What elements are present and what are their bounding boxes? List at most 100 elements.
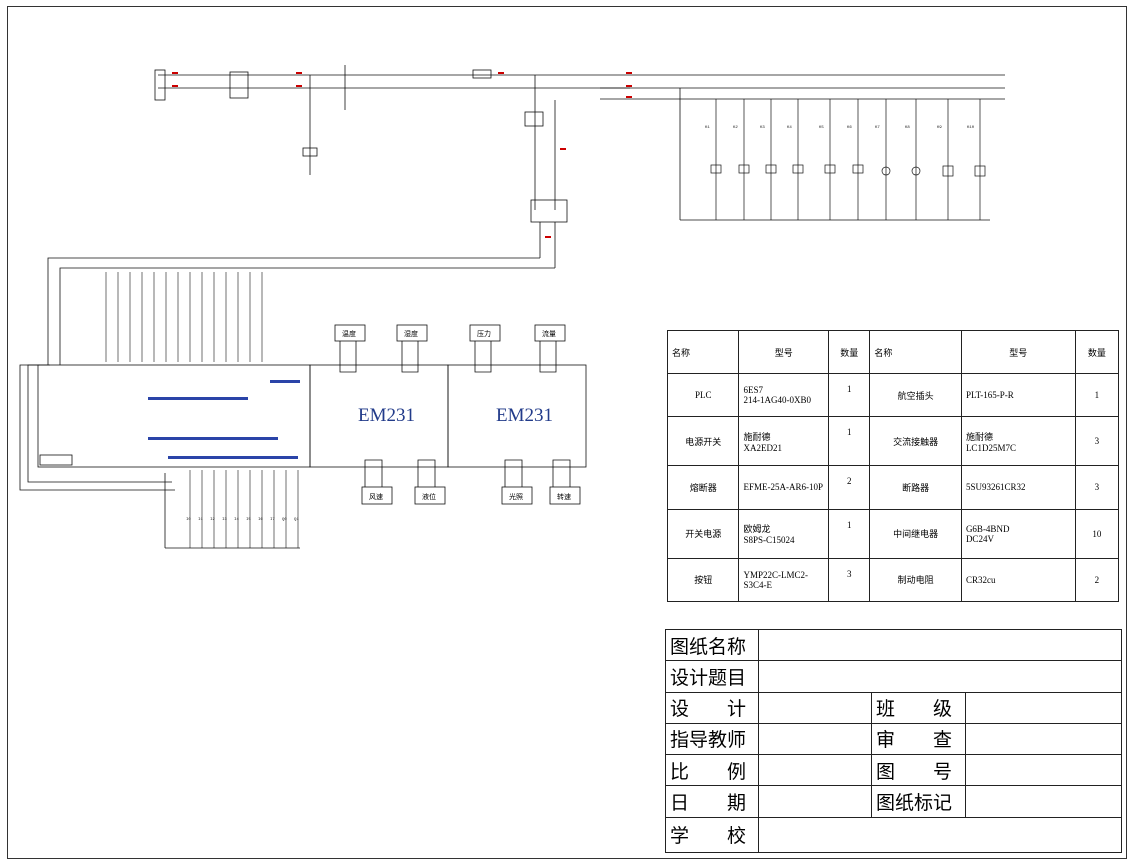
table-row: 按钮 YMP22C-LMC2- S3C4-E 3 制动电阻 CR32cu 2 — [666, 557, 1120, 603]
col-qty: 数量 — [1074, 330, 1120, 374]
drawing-name-label: 图纸名称 — [665, 628, 759, 662]
part-name: 交流接触器 — [869, 416, 962, 467]
relay-label-k3: K3 — [760, 126, 765, 130]
part-name: 中间继电器 — [869, 508, 962, 559]
sensor-box-label: 转速 — [557, 492, 571, 501]
part-name: 按钮 — [666, 557, 740, 603]
drawing-no-label: 图 号 — [871, 754, 966, 787]
power-lines — [154, 65, 1005, 268]
col-model: 型号 — [960, 330, 1076, 374]
parts-table: 名称 型号 数量 名称 型号 数量 PLC 6ES7 214-1AG40-0XB… — [666, 330, 1120, 603]
title-row: 指导教师 审 查 — [665, 722, 1122, 756]
relay-label-k6: K6 — [847, 126, 852, 130]
table-row: 电源开关 施耐德 XA2ED21 1 交流接触器 施耐德 LC1D25M7C 3 — [666, 416, 1120, 467]
part-model: 欧姆龙 S8PS-C15024 — [738, 508, 830, 559]
part-model: 施耐德 LC1D25M7C — [960, 416, 1076, 467]
title-block: 图纸名称 设计题目 设 计 班 级 指导教师 审 查 比 例 图 号 日 期 图… — [665, 628, 1122, 854]
school-label: 学 校 — [665, 816, 759, 854]
part-model: 5SU93261CR32 — [960, 465, 1076, 510]
sensor-box-label: 湿度 — [404, 329, 418, 338]
relay-rungs — [710, 99, 986, 220]
review-value — [965, 722, 1122, 756]
part-qty: 2 — [828, 465, 871, 510]
part-qty: 1 — [828, 416, 871, 467]
part-qty: 3 — [1074, 465, 1120, 510]
scale-label: 比 例 — [665, 754, 759, 787]
part-model: 施耐德 XA2ED21 — [738, 416, 830, 467]
parts-header-row: 名称 型号 数量 名称 型号 数量 — [666, 330, 1120, 374]
title-row: 比 例 图 号 — [665, 754, 1122, 787]
plc-wiring — [19, 257, 555, 549]
part-model: 6ES7 214-1AG40-0XB0 — [738, 372, 830, 418]
relay-label-k2: K2 — [733, 126, 738, 130]
part-qty: 1 — [828, 508, 871, 559]
col-qty: 数量 — [828, 330, 871, 374]
part-name: 断路器 — [869, 465, 962, 510]
plc-terminals — [148, 380, 300, 459]
part-qty: 3 — [1074, 416, 1120, 467]
school-value — [758, 816, 1122, 854]
part-model: EFME-25A-AR6-10P — [738, 465, 830, 510]
part-model: PLT-165-P-R — [960, 372, 1076, 418]
sensor-box-label: 温度 — [342, 329, 356, 338]
part-name: 电源开关 — [666, 416, 740, 467]
sensor-box-label: 液位 — [422, 492, 436, 501]
part-name: PLC — [666, 372, 740, 418]
io-label: I0 — [186, 518, 191, 522]
review-label: 审 查 — [871, 722, 966, 756]
class-value — [965, 691, 1122, 724]
part-qty: 3 — [828, 557, 871, 603]
part-model: YMP22C-LMC2- S3C4-E — [738, 557, 830, 603]
advisor-label: 指导教师 — [665, 722, 759, 756]
plc-output-wires — [189, 470, 299, 548]
date-value — [758, 785, 872, 818]
sensor-box-label: 压力 — [477, 329, 491, 338]
date-label: 日 期 — [665, 785, 759, 818]
part-name: 航空插头 — [869, 372, 962, 418]
part-qty: 10 — [1074, 508, 1120, 559]
part-qty: 2 — [1074, 557, 1120, 603]
sensor-box-label: 风速 — [369, 493, 383, 501]
title-row: 学 校 — [665, 816, 1122, 854]
relay-label-k7: K7 — [875, 126, 880, 130]
title-row: 设 计 班 级 — [665, 691, 1122, 724]
design-value — [758, 691, 872, 724]
drawing-mark-value — [965, 785, 1122, 818]
drawing-no-value — [965, 754, 1122, 787]
io-label: I2 — [210, 518, 215, 522]
relay-label-k8: K8 — [905, 126, 910, 130]
relay-labels: K1 K2 K3 K4 K5 K6 K7 K8 K9 K10 — [705, 126, 975, 130]
relay-label-k10: K10 — [967, 126, 975, 130]
design-topic-label: 设计题目 — [665, 660, 759, 693]
io-label: I5 — [246, 518, 251, 522]
io-label: I7 — [270, 518, 275, 522]
part-qty: 1 — [1074, 372, 1120, 418]
sensor-box-label: 光照 — [509, 492, 523, 501]
col-name: 名称 — [869, 330, 962, 374]
sensor-box-label: 流量 — [542, 329, 556, 338]
relay-label-k1: K1 — [705, 126, 710, 130]
table-row: PLC 6ES7 214-1AG40-0XB0 1 航空插头 PLT-165-P… — [666, 372, 1120, 418]
part-name: 制动电阻 — [869, 557, 962, 603]
relay-label-k5: K5 — [819, 126, 824, 130]
relay-label-k4: K4 — [787, 126, 792, 130]
io-label: Q1 — [294, 518, 299, 522]
io-label: I4 — [234, 518, 239, 522]
part-name: 开关电源 — [666, 508, 740, 559]
red-markers — [172, 72, 632, 238]
em231-module-1-label: EM231 — [358, 405, 415, 426]
advisor-value — [758, 722, 872, 756]
drawing-name-value — [758, 628, 1122, 662]
class-label: 班 级 — [871, 691, 966, 724]
col-name: 名称 — [666, 330, 740, 374]
io-label: I3 — [222, 518, 227, 522]
table-row: 开关电源 欧姆龙 S8PS-C15024 1 中间继电器 G6B-4BND DC… — [666, 508, 1120, 559]
relay-label-k9: K9 — [937, 126, 942, 130]
scale-value — [758, 754, 872, 787]
io-label: I1 — [198, 518, 203, 522]
part-qty: 1 — [828, 372, 871, 418]
part-model: CR32cu — [960, 557, 1076, 603]
title-row: 设计题目 — [665, 660, 1122, 693]
plc-input-wires — [105, 272, 263, 362]
drawing-mark-label: 图纸标记 — [871, 785, 966, 818]
